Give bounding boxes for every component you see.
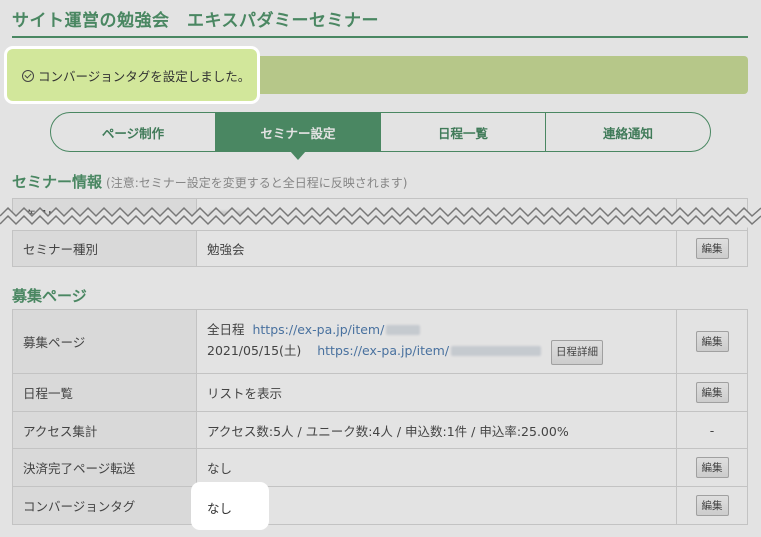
table-row: コンバージョンタグ 編集 [12, 486, 748, 525]
edit-button[interactable]: 編集 [695, 495, 729, 516]
all-dates-label: 全日程 [207, 321, 245, 337]
seminar-type-label: セミナー種別 [12, 230, 197, 267]
date-url-link[interactable]: https://ex-pa.jp/item/ [317, 343, 449, 358]
recruit-page-action: 編集 [676, 309, 748, 374]
tab-bar: ページ制作 セミナー設定 日程一覧 連絡通知 [50, 112, 711, 160]
recruit-page-value: 全日程 https://ex-pa.jp/item/ 2021/05/15(土)… [196, 309, 677, 374]
tab-schedule-list[interactable]: 日程一覧 [381, 113, 546, 151]
access-stats-value: アクセス数:5人 / ユニーク数:4人 / 申込数:1件 / 申込率:25.00… [196, 411, 677, 449]
recruit-page-heading: 募集ページ [12, 287, 87, 305]
seminar-info-heading: セミナー情報 (注意:セミナー設定を変更すると全日程に反映されます) [12, 171, 407, 192]
payment-redirect-value: なし [196, 448, 677, 487]
conversion-tag-action: 編集 [676, 486, 748, 525]
all-dates-url-link[interactable]: https://ex-pa.jp/item/ [252, 322, 384, 337]
schedule-list-action: 編集 [676, 373, 748, 412]
seminar-type-value: 勉強会 [196, 230, 677, 267]
redacted-url [451, 346, 542, 356]
redacted-url [386, 325, 421, 335]
conversion-tag-value-cell [196, 486, 677, 525]
torn-edge-divider [0, 206, 761, 230]
conversion-tag-label: コンバージョンタグ [12, 486, 197, 525]
tab-notifications[interactable]: 連絡通知 [546, 113, 710, 151]
title-divider [12, 36, 748, 38]
table-row: 決済完了ページ転送 なし 編集 [12, 448, 748, 487]
tab-page-production[interactable]: ページ制作 [51, 113, 216, 151]
tab-seminar-settings[interactable]: セミナー設定 [216, 113, 381, 160]
date-label: 2021/05/15(土) [207, 342, 302, 358]
edit-button[interactable]: 編集 [695, 238, 729, 259]
table-row: アクセス集計 アクセス数:5人 / ユニーク数:4人 / 申込数:1件 / 申込… [12, 411, 748, 449]
schedule-list-value: リストを表示 [196, 373, 677, 412]
seminar-info-title: セミナー情報 [12, 173, 103, 191]
edit-button[interactable]: 編集 [695, 331, 729, 352]
seminar-type-action: 編集 [676, 230, 748, 267]
table-row: セミナー種別 勉強会 編集 [12, 230, 748, 267]
check-circle-icon [22, 69, 34, 82]
page-title: サイト運営の勉強会 エキスパダミーセミナー [12, 11, 379, 31]
access-stats-label: アクセス集計 [12, 411, 197, 449]
schedule-list-label: 日程一覧 [12, 373, 197, 412]
alert-text: コンバージョンタグを設定しました。 [38, 69, 251, 84]
table-row: 募集ページ 全日程 https://ex-pa.jp/item/ 2021/05… [12, 309, 748, 374]
conversion-tag-value: なし [207, 501, 233, 516]
recruit-page-table: 募集ページ 全日程 https://ex-pa.jp/item/ 2021/05… [12, 309, 748, 525]
table-row: 日程一覧 リストを表示 編集 [12, 373, 748, 412]
payment-redirect-action: 編集 [676, 448, 748, 487]
payment-redirect-label: 決済完了ページ転送 [12, 448, 197, 487]
edit-button[interactable]: 編集 [695, 382, 729, 403]
alert-message: コンバージョンタグを設定しました。 [22, 66, 250, 85]
access-stats-action: - [676, 411, 748, 449]
schedule-detail-button[interactable]: 日程詳細 [551, 339, 604, 365]
seminar-info-note: (注意:セミナー設定を変更すると全日程に反映されます) [106, 176, 408, 190]
edit-button[interactable]: 編集 [695, 457, 729, 478]
recruit-page-label: 募集ページ [12, 309, 197, 374]
